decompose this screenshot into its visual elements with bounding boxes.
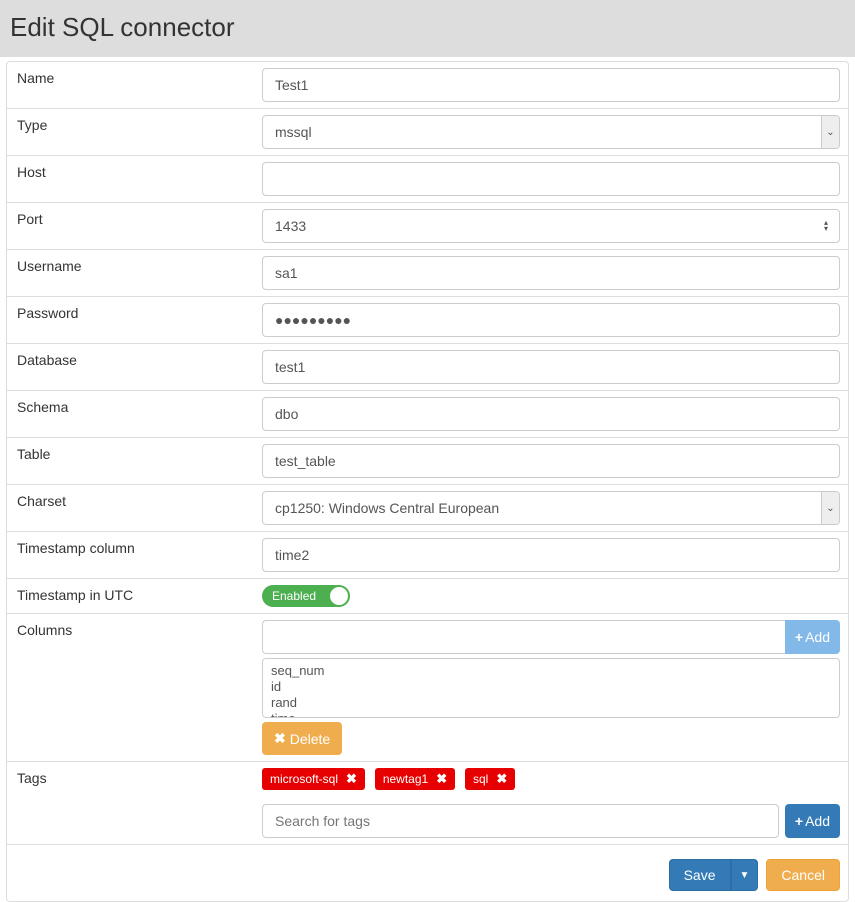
label-database: Database [7,344,262,376]
toggle-label: Enabled [272,589,316,603]
save-button[interactable]: Save [669,859,731,891]
port-input[interactable] [262,209,840,243]
label-port: Port [7,203,262,235]
table-input[interactable] [262,444,840,478]
type-select[interactable]: mssql [262,115,840,149]
remove-tag-icon[interactable]: ✖ [346,771,357,787]
label-host: Host [7,156,262,188]
row-port: Port ▴▾ [7,203,848,250]
form-footer: Save ▼ Cancel [7,845,848,901]
page-title: Edit SQL connector [10,12,845,43]
tag-chip: newtag1 ✖ [375,768,455,790]
label-table: Table [7,438,262,470]
row-name: Name [7,62,848,109]
close-icon: ✖ [274,730,286,747]
list-item[interactable]: time [271,711,831,718]
tags-container: microsoft-sql ✖ newtag1 ✖ sql ✖ [262,768,840,790]
label-timestamp-utc: Timestamp in UTC [7,579,262,611]
row-schema: Schema [7,391,848,438]
label-columns: Columns [7,614,262,646]
row-columns: Columns +Add seq_num id rand time ✖Delet… [7,614,848,762]
host-input[interactable] [262,162,840,196]
tag-chip: microsoft-sql ✖ [262,768,365,790]
label-charset: Charset [7,485,262,517]
remove-tag-icon[interactable]: ✖ [496,771,507,787]
columns-input[interactable] [262,620,785,654]
timestamp-utc-toggle[interactable]: Enabled [262,585,350,607]
row-password: Password [7,297,848,344]
list-item[interactable]: rand [271,695,831,711]
plus-icon: + [795,629,803,645]
row-timestamp-utc: Timestamp in UTC Enabled [7,579,848,614]
add-column-button[interactable]: +Add [785,620,840,654]
plus-icon: + [795,813,803,829]
row-charset: Charset cp1250: Windows Central European… [7,485,848,532]
page-header: Edit SQL connector [0,0,855,57]
row-table: Table [7,438,848,485]
save-button-group: Save ▼ [669,859,759,891]
list-item[interactable]: seq_num [271,663,831,679]
row-type: Type mssql ⌄ [7,109,848,156]
tag-chip: sql ✖ [465,768,515,790]
caret-down-icon: ▼ [740,870,750,881]
list-item[interactable]: id [271,679,831,695]
database-input[interactable] [262,350,840,384]
label-name: Name [7,62,262,94]
timestamp-column-input[interactable] [262,538,840,572]
charset-select[interactable]: cp1250: Windows Central European [262,491,840,525]
row-tags: Tags microsoft-sql ✖ newtag1 ✖ sql ✖ [7,762,848,845]
password-input[interactable] [262,303,840,337]
delete-column-button[interactable]: ✖Delete [262,722,342,755]
row-timestamp-column: Timestamp column [7,532,848,579]
add-tag-button[interactable]: +Add [785,804,840,838]
label-password: Password [7,297,262,329]
label-schema: Schema [7,391,262,423]
tags-search-input[interactable] [262,804,779,838]
row-database: Database [7,344,848,391]
schema-input[interactable] [262,397,840,431]
remove-tag-icon[interactable]: ✖ [436,771,447,787]
label-username: Username [7,250,262,282]
label-type: Type [7,109,262,141]
columns-list[interactable]: seq_num id rand time [262,658,840,718]
row-username: Username [7,250,848,297]
username-input[interactable] [262,256,840,290]
label-tags: Tags [7,762,262,794]
row-host: Host [7,156,848,203]
cancel-button[interactable]: Cancel [766,859,840,891]
label-timestamp-column: Timestamp column [7,532,262,564]
form-panel: Name Type mssql ⌄ Host Port ▴▾ [6,61,849,902]
name-input[interactable] [262,68,840,102]
save-dropdown-button[interactable]: ▼ [731,859,759,891]
toggle-knob-icon [330,587,348,605]
